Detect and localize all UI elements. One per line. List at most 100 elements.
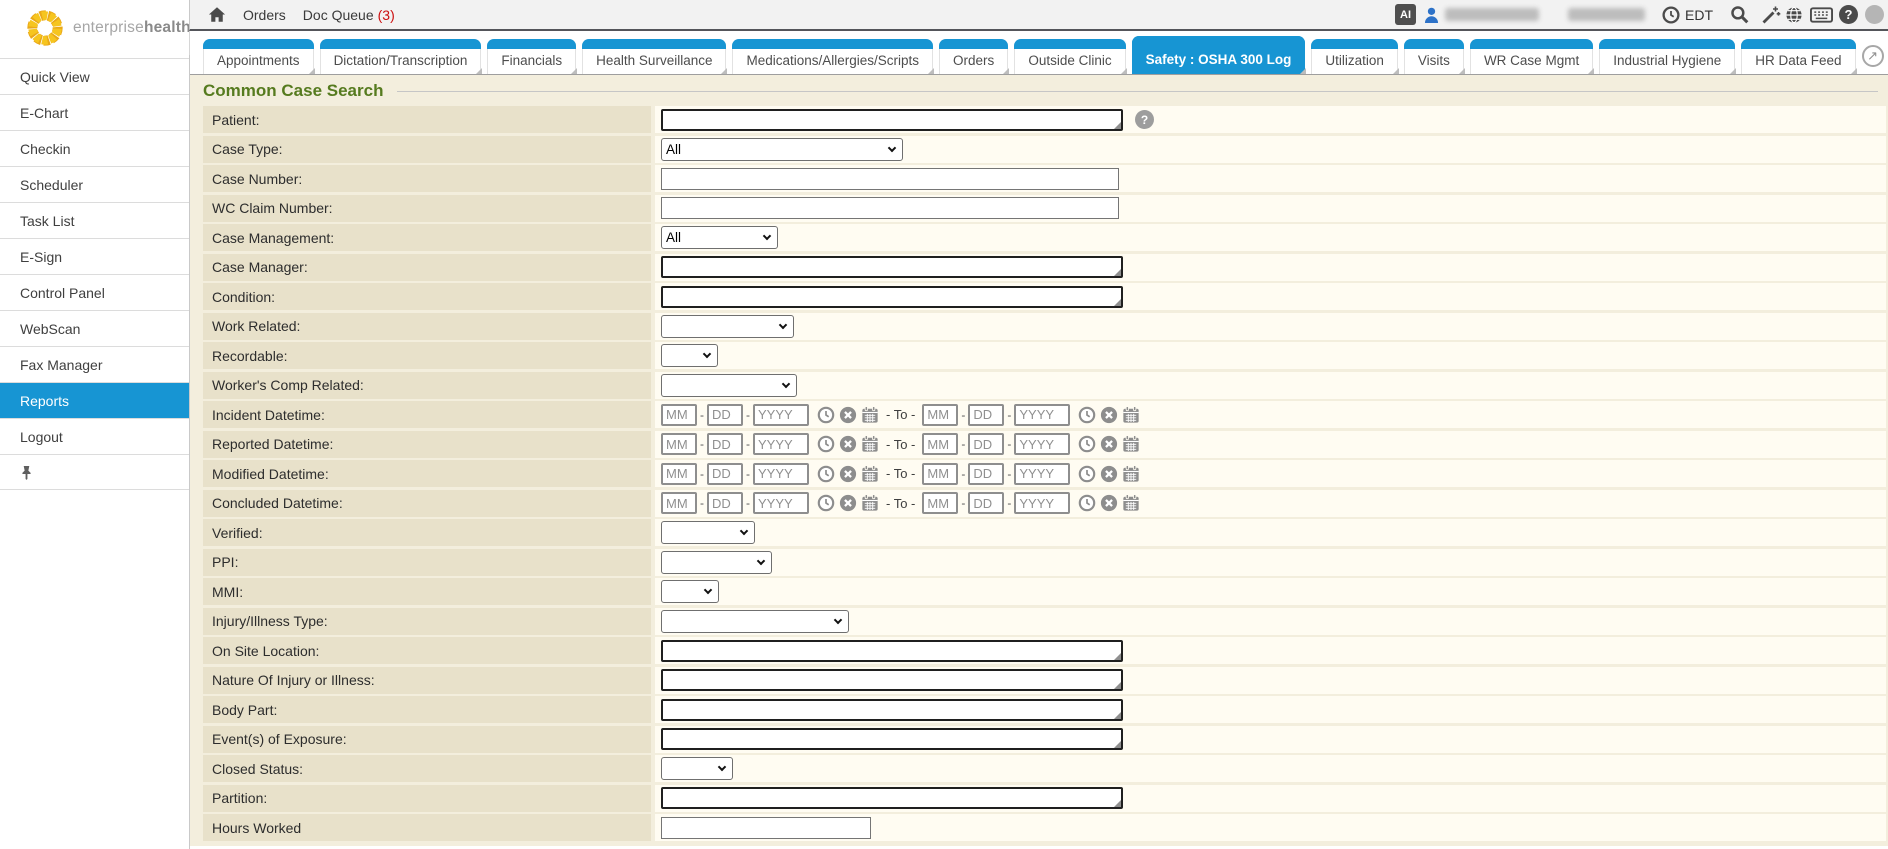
sidebar-item[interactable]: Scheduler	[0, 166, 189, 202]
sidebar-item[interactable]: Checkin	[0, 130, 189, 166]
select-field[interactable]	[661, 551, 772, 574]
select-field[interactable]: All	[661, 138, 903, 161]
time-clock-icon[interactable]	[1078, 494, 1096, 512]
home-icon[interactable]	[208, 6, 226, 23]
year-field[interactable]	[753, 433, 809, 455]
sidebar-item[interactable]: Control Panel	[0, 274, 189, 310]
time-clock-icon[interactable]	[817, 435, 835, 453]
text-field[interactable]	[661, 817, 871, 839]
calendar-icon[interactable]	[861, 465, 879, 483]
day-field[interactable]	[707, 433, 743, 455]
day-field[interactable]	[707, 463, 743, 485]
tab[interactable]: Safety : OSHA 300 Log	[1132, 36, 1306, 74]
year-field[interactable]	[1014, 492, 1070, 514]
tab[interactable]: Dictation/Transcription	[320, 39, 482, 74]
clear-date-icon[interactable]	[1100, 435, 1118, 453]
select-field[interactable]	[661, 521, 755, 544]
doc-queue-link[interactable]: Doc Queue(3)	[303, 7, 395, 23]
day-field[interactable]	[968, 404, 1004, 426]
sidebar-pin-item[interactable]	[0, 454, 189, 490]
day-field[interactable]	[707, 404, 743, 426]
calendar-icon[interactable]	[861, 406, 879, 424]
day-field[interactable]	[968, 463, 1004, 485]
year-field[interactable]	[1014, 433, 1070, 455]
select-field[interactable]	[661, 315, 794, 338]
search-icon[interactable]	[1730, 5, 1749, 24]
orders-link[interactable]: Orders	[243, 7, 286, 23]
sidebar-item[interactable]: Reports	[0, 382, 189, 418]
time-clock-icon[interactable]	[817, 465, 835, 483]
sidebar-item[interactable]: Fax Manager	[0, 346, 189, 382]
sidebar-item[interactable]: Task List	[0, 202, 189, 238]
month-field[interactable]	[661, 433, 697, 455]
text-field[interactable]	[661, 168, 1119, 190]
avatar[interactable]	[1865, 5, 1884, 24]
sidebar-item[interactable]: E-Sign	[0, 238, 189, 274]
sidebar-item[interactable]: E-Chart	[0, 94, 189, 130]
time-clock-icon[interactable]	[1078, 435, 1096, 453]
year-field[interactable]	[1014, 404, 1070, 426]
year-field[interactable]	[753, 463, 809, 485]
ai-badge[interactable]: AI	[1395, 4, 1416, 25]
sidebar-item[interactable]: Logout	[0, 418, 189, 454]
clear-date-icon[interactable]	[839, 406, 857, 424]
clear-date-icon[interactable]	[1100, 406, 1118, 424]
tab[interactable]: Outside Clinic	[1014, 39, 1125, 74]
clear-date-icon[interactable]	[839, 494, 857, 512]
time-clock-icon[interactable]	[1078, 465, 1096, 483]
select-field[interactable]	[661, 757, 733, 780]
tab[interactable]: Medications/Allergies/Scripts	[732, 39, 933, 74]
day-field[interactable]	[968, 492, 1004, 514]
year-field[interactable]	[753, 492, 809, 514]
globe-icon[interactable]	[1785, 6, 1803, 24]
clear-date-icon[interactable]	[839, 465, 857, 483]
month-field[interactable]	[661, 492, 697, 514]
tab[interactable]: Visits	[1404, 39, 1464, 74]
tab[interactable]: Appointments	[203, 39, 314, 74]
text-field[interactable]	[661, 197, 1119, 219]
tab[interactable]: WR Case Mgmt	[1470, 39, 1593, 74]
sidebar-item[interactable]: Quick View	[0, 58, 189, 94]
select-field[interactable]	[661, 344, 718, 367]
time-clock-icon[interactable]	[1078, 406, 1096, 424]
calendar-icon[interactable]	[861, 494, 879, 512]
text-area-field[interactable]	[661, 109, 1123, 131]
year-field[interactable]	[753, 404, 809, 426]
tab[interactable]: Health Surveillance	[582, 39, 726, 74]
month-field[interactable]	[922, 492, 958, 514]
external-link-icon[interactable]: ↗	[1862, 45, 1884, 67]
keyboard-icon[interactable]	[1810, 7, 1833, 23]
clear-date-icon[interactable]	[1100, 494, 1118, 512]
select-field[interactable]	[661, 374, 797, 397]
select-field[interactable]: All	[661, 226, 778, 249]
tab[interactable]: Utilization	[1311, 39, 1398, 74]
calendar-icon[interactable]	[1122, 494, 1140, 512]
text-area-field[interactable]	[661, 728, 1123, 750]
calendar-icon[interactable]	[1122, 406, 1140, 424]
select-field[interactable]	[661, 580, 719, 603]
text-area-field[interactable]	[661, 256, 1123, 278]
text-area-field[interactable]	[661, 669, 1123, 691]
text-area-field[interactable]	[661, 286, 1123, 308]
help-icon[interactable]: ?	[1135, 110, 1154, 129]
tab[interactable]: Orders	[939, 39, 1008, 74]
calendar-icon[interactable]	[1122, 465, 1140, 483]
magic-wand-icon[interactable]	[1761, 5, 1781, 25]
text-area-field[interactable]	[661, 699, 1123, 721]
day-field[interactable]	[968, 433, 1004, 455]
month-field[interactable]	[661, 404, 697, 426]
tab[interactable]: Industrial Hygiene	[1599, 39, 1735, 74]
text-area-field[interactable]	[661, 640, 1123, 662]
clear-date-icon[interactable]	[839, 435, 857, 453]
help-icon-topbar[interactable]: ?	[1839, 5, 1858, 24]
year-field[interactable]	[1014, 463, 1070, 485]
select-field[interactable]	[661, 610, 849, 633]
sidebar-item[interactable]: WebScan	[0, 310, 189, 346]
month-field[interactable]	[922, 433, 958, 455]
calendar-icon[interactable]	[861, 435, 879, 453]
month-field[interactable]	[922, 463, 958, 485]
text-area-field[interactable]	[661, 787, 1123, 809]
time-clock-icon[interactable]	[817, 406, 835, 424]
time-clock-icon[interactable]	[817, 494, 835, 512]
user-icon[interactable]	[1424, 7, 1439, 23]
